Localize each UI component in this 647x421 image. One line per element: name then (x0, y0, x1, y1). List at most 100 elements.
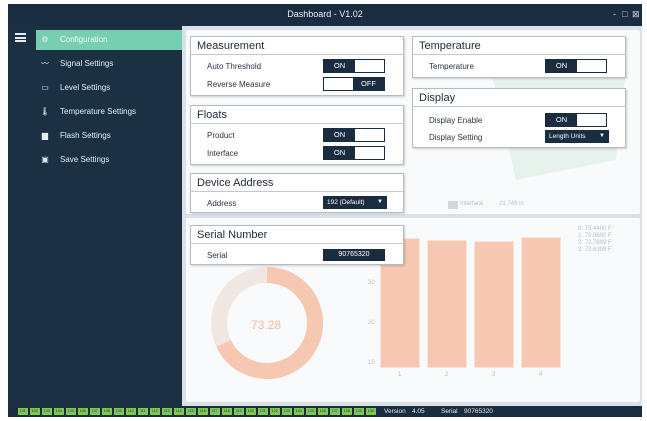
device-chip[interactable]: 113 (162, 408, 172, 415)
sidebar-item-signal-settings[interactable]: 〰 Signal Settings (8, 54, 182, 74)
device-chip[interactable]: 111 (138, 408, 148, 415)
interface-legend-label: Interface (460, 201, 484, 207)
bar-label-3: 3 (492, 372, 496, 378)
serial-label: Serial (207, 251, 228, 260)
temperature-label: Temperature (429, 62, 474, 71)
device-chip[interactable]: 120 (246, 408, 256, 415)
device-chip[interactable]: 109 (114, 408, 124, 415)
device-chip[interactable]: 118 (222, 408, 232, 415)
toggle-state: ON (324, 60, 355, 72)
device-chip[interactable]: 106 (78, 408, 88, 415)
sidebar-item-save-settings[interactable]: ▣ Save Settings (8, 150, 182, 170)
toggle-state: ON (324, 129, 355, 141)
device-chip[interactable]: 103 (42, 408, 52, 415)
version-value: 4.05 (412, 407, 425, 415)
temperature-toggle[interactable]: ON (545, 59, 607, 73)
main-content: Interface 21.749 in 73.28 30 20 10 1 2 3… (182, 26, 642, 406)
chevron-down-icon: ▼ (377, 199, 383, 205)
device-chip[interactable]: 105 (66, 408, 76, 415)
toggle-state: ON (546, 114, 577, 126)
device-chip[interactable]: 123 (282, 408, 292, 415)
display-enable-toggle[interactable]: ON (545, 113, 607, 127)
product-label: Product (207, 131, 235, 140)
bar-3 (474, 241, 514, 368)
product-toggle[interactable]: ON (323, 128, 385, 142)
device-chip[interactable]: 127 (330, 408, 340, 415)
device-chip[interactable]: 108 (102, 408, 112, 415)
display-setting-label: Display Setting (429, 133, 483, 142)
axis-label-20: 20 (368, 320, 375, 326)
auto-threshold-label: Auto Threshold (207, 62, 262, 71)
serial-number-title: Serial Number (197, 229, 268, 241)
device-chip[interactable]: 112 (150, 408, 160, 415)
device-chip[interactable]: 126 (318, 408, 328, 415)
device-chip[interactable]: 122 (270, 408, 280, 415)
status-bar: 101 102 103 104 105 106 107 108 109 110 111 112 113 1… (8, 406, 642, 417)
sidebar-item-label: Temperature Settings (60, 107, 137, 116)
toggle-state: ON (324, 147, 355, 159)
temperature-card: Temperature Temperature ON (412, 36, 626, 78)
reverse-measure-toggle[interactable]: OFF (323, 77, 385, 91)
device-chip[interactable]: 116 (198, 408, 208, 415)
measurement-title: Measurement (197, 40, 265, 52)
sidebar-item-configuration[interactable]: ⚙ Configuration (36, 30, 182, 50)
display-setting-value: Length Units (549, 133, 586, 140)
menu-icon[interactable] (15, 33, 26, 42)
address-dropdown[interactable]: 192 (Default) ▼ (323, 196, 387, 209)
device-chip[interactable]: 107 (90, 408, 100, 415)
reverse-measure-label: Reverse Measure (207, 80, 271, 89)
toggle-state: OFF (353, 78, 384, 90)
device-chip[interactable]: 101 (18, 408, 28, 415)
sidebar-item-label: Level Settings (60, 83, 111, 92)
device-chip[interactable]: 130 (366, 408, 376, 415)
measurement-card: Measurement Auto Threshold ON Reverse Me… (190, 36, 404, 96)
device-chip[interactable]: 128 (342, 408, 352, 415)
interface-swatch (448, 201, 458, 209)
toggle-state: ON (546, 60, 577, 72)
sidebar-item-label: Configuration (60, 35, 108, 44)
interface-label: Interface (207, 149, 239, 158)
bar-label-2: 2 (445, 372, 449, 378)
device-chip[interactable]: 119 (234, 408, 244, 415)
axis-label-10: 10 (368, 360, 375, 366)
display-enable-label: Display Enable (429, 116, 483, 125)
device-chip[interactable]: 121 (258, 408, 268, 415)
device-chip[interactable]: 117 (210, 408, 220, 415)
divider (413, 106, 625, 107)
device-chip[interactable]: 125 (306, 408, 316, 415)
save-icon: ▣ (41, 155, 49, 164)
chevron-down-icon: ▼ (599, 133, 605, 139)
close-icon[interactable]: ⊠ (632, 9, 640, 19)
legend-entry: 0: 73.4400 F (578, 226, 612, 232)
address-value: 192 (Default) (327, 199, 365, 206)
device-address-title: Device Address (197, 177, 274, 189)
display-title: Display (419, 92, 456, 104)
device-chip[interactable]: 114 (174, 408, 184, 415)
serial-number-card: Serial Number Serial 90765320 (190, 225, 404, 265)
thermometer-icon: 🌡 (40, 107, 51, 116)
minimize-icon[interactable]: - (613, 9, 616, 19)
bar-label-4: 4 (539, 372, 543, 378)
device-chip[interactable]: 129 (354, 408, 364, 415)
legend-entry: 3: 73.6399 F (578, 247, 612, 253)
sidebar-item-temperature-settings[interactable]: 🌡 Temperature Settings (8, 102, 182, 122)
device-chip[interactable]: 115 (186, 408, 196, 415)
interface-toggle[interactable]: ON (323, 146, 385, 160)
maximize-icon[interactable]: □ (622, 9, 627, 19)
divider (191, 123, 403, 124)
gauge-value: 73.28 (250, 318, 282, 332)
display-setting-dropdown[interactable]: Length Units ▼ (545, 130, 609, 143)
auto-threshold-toggle[interactable]: ON (323, 59, 385, 73)
device-chip[interactable]: 110 (126, 408, 136, 415)
device-chip[interactable]: 124 (294, 408, 304, 415)
axis-label-30: 30 (368, 280, 375, 286)
device-chip[interactable]: 104 (54, 408, 64, 415)
serial-value: 90765320 (323, 249, 385, 261)
address-label: Address (207, 199, 237, 208)
floats-title: Floats (197, 109, 227, 121)
sidebar-item-flash-settings[interactable]: ▆ Flash Settings (8, 126, 182, 146)
serial-status-value: 90765320 (464, 407, 493, 415)
sidebar-item-level-settings[interactable]: ▭ Level Settings (8, 78, 182, 98)
bar-label-1: 1 (398, 372, 402, 378)
device-chip[interactable]: 102 (30, 408, 40, 415)
